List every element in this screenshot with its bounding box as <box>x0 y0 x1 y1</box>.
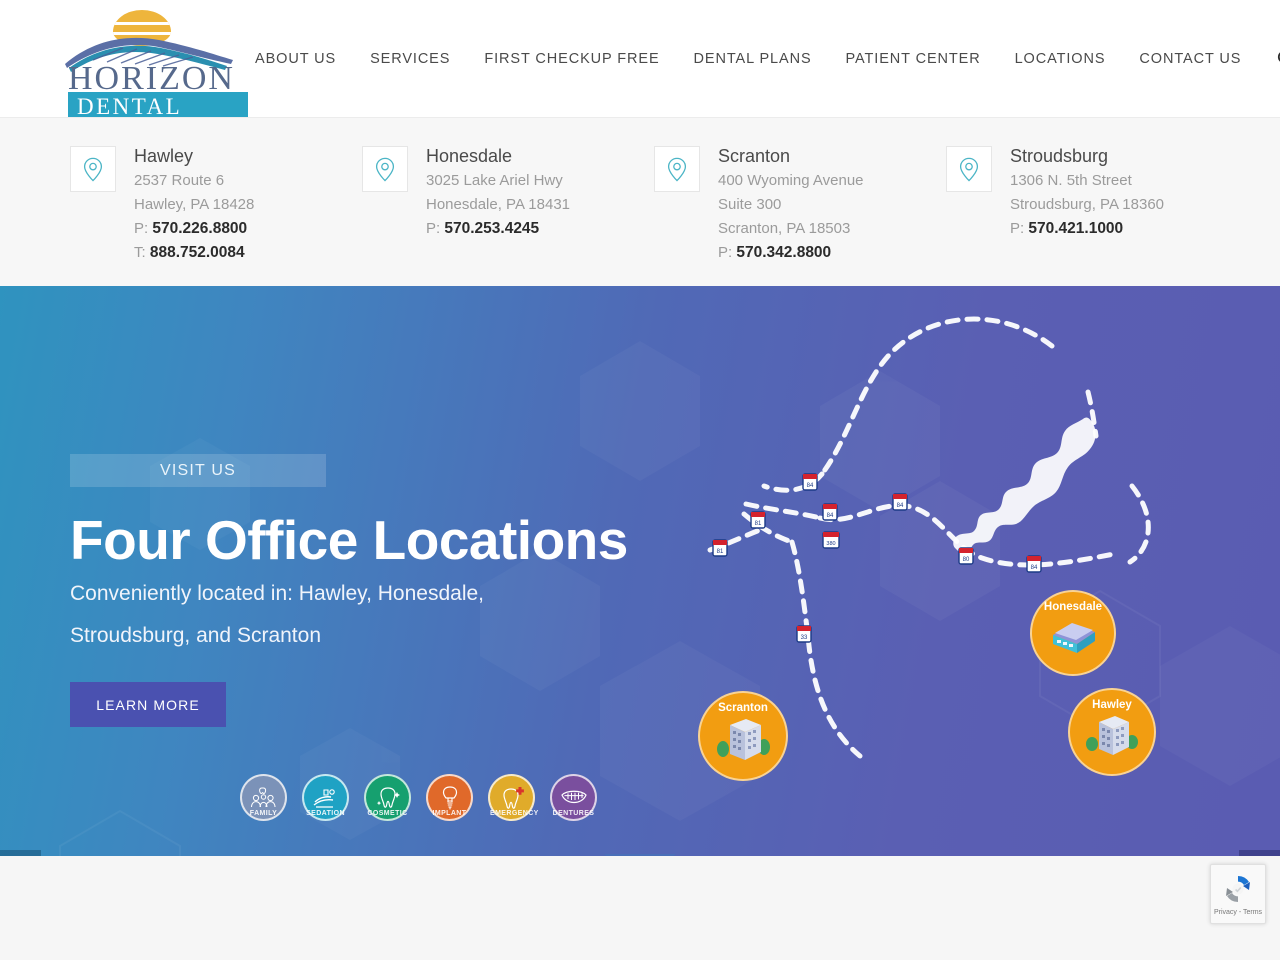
phone-number[interactable]: 570.226.8800 <box>152 220 247 237</box>
map-pin-label: Hawley <box>1092 699 1132 711</box>
svg-text:84: 84 <box>827 513 834 519</box>
svg-text:84: 84 <box>897 503 904 509</box>
map-pin-scranton[interactable]: Scranton <box>698 691 788 781</box>
svg-text:81: 81 <box>717 549 724 555</box>
tooth-cross-icon <box>502 786 524 809</box>
nav-first-checkup-free[interactable]: FIRST CHECKUP FREE <box>484 51 659 67</box>
service-badge-label: EMERGENCY <box>490 810 539 817</box>
phone-label: P: <box>426 220 441 237</box>
tooth-implant-icon <box>442 785 457 809</box>
map-pin-label: Honesdale <box>1043 601 1103 613</box>
service-badges: FAMILY SEDATION COSMETIC IMPLANT EMERGEN… <box>240 774 612 821</box>
smile-dentures-icon <box>560 790 587 803</box>
tollfree-number[interactable]: 888.752.0084 <box>150 244 245 261</box>
location-card-stroudsburg[interactable]: Stroudsburg 1306 N. 5th Street Stroudsbu… <box>946 143 1238 286</box>
nav-contact-us[interactable]: CONTACT US <box>1139 51 1241 67</box>
locations-bar: Hawley 2537 Route 6 Hawley, PA 18428 P: … <box>0 117 1280 286</box>
locations-map: 84 81 84 84 380 80 84 81 33 <box>707 316 1151 759</box>
svg-text:84: 84 <box>807 483 814 489</box>
service-badge-emergency[interactable]: EMERGENCY <box>488 774 539 821</box>
phone-number[interactable]: 570.342.8800 <box>736 244 831 261</box>
phone-number[interactable]: 570.253.4245 <box>444 220 539 237</box>
learn-more-button[interactable]: LEARN MORE <box>70 682 226 727</box>
nav-services[interactable]: SERVICES <box>370 51 450 67</box>
location-city: Honesdale <box>426 146 513 166</box>
map-pin-icon <box>362 146 408 192</box>
service-badge-label: COSMETIC <box>367 810 408 817</box>
dental-chair-icon <box>313 788 335 808</box>
service-badge-family[interactable]: FAMILY <box>240 774 287 821</box>
service-badge-label: SEDATION <box>306 810 345 817</box>
service-badge-dentures[interactable]: DENTURES <box>550 774 597 821</box>
phone-label: P: <box>718 244 733 261</box>
location-street: 2537 Route 6 <box>134 172 225 189</box>
location-card-honesdale[interactable]: Honesdale 3025 Lake Ariel Hwy Honesdale,… <box>362 143 654 286</box>
svg-text:380: 380 <box>826 541 835 547</box>
location-city: Scranton <box>718 146 791 166</box>
nav-about-us[interactable]: ABOUT US <box>255 51 336 67</box>
sparkle-tooth-icon <box>376 786 400 808</box>
location-phone[interactable]: P: 570.342.8800 <box>718 241 864 265</box>
map-pin-icon <box>654 146 700 192</box>
family-tooth-icon <box>250 787 275 807</box>
service-badge-label: FAMILY <box>249 810 278 817</box>
location-street: 1306 N. 5th Street <box>1010 172 1132 189</box>
location-phone[interactable]: P: 570.421.1000 <box>1010 217 1164 241</box>
site-header: HORIZON DENTAL CARE ABOUT US SERVICES FI… <box>0 0 1280 149</box>
hero-headline: Four Office Locations <box>70 509 628 571</box>
office-building-flat-icon <box>1053 623 1095 653</box>
service-badge-cosmetic[interactable]: COSMETIC <box>364 774 411 821</box>
service-badge-implant[interactable]: IMPLANT <box>426 774 473 821</box>
recaptcha-badge[interactable]: Privacy - Terms <box>1210 864 1266 924</box>
phone-number[interactable]: 570.421.1000 <box>1028 220 1123 237</box>
nav-dental-plans[interactable]: DENTAL PLANS <box>694 51 812 67</box>
svg-text:80: 80 <box>963 557 970 563</box>
service-badge-label: IMPLANT <box>432 810 467 817</box>
map-pin-icon <box>70 146 116 192</box>
service-badge-sedation[interactable]: SEDATION <box>302 774 349 821</box>
location-card-hawley[interactable]: Hawley 2537 Route 6 Hawley, PA 18428 P: … <box>70 143 362 286</box>
hero-subheadline-line1: Conveniently located in: Hawley, Honesda… <box>70 582 485 605</box>
location-citystate: Hawley, PA 18428 <box>134 196 255 213</box>
hero-subheadline-line2: Stroudsburg, and Scranton <box>70 624 321 647</box>
svg-text:33: 33 <box>801 635 808 641</box>
page-footer-area: Privacy - Terms <box>0 856 1280 960</box>
location-citystate: Honesdale, PA 18431 <box>426 196 571 213</box>
map-pin-hawley[interactable]: Hawley <box>1068 688 1156 776</box>
location-city: Hawley <box>134 146 194 166</box>
office-building-tall-icon <box>1086 716 1138 755</box>
location-suite: Suite 300 <box>718 196 782 213</box>
highway-shield-icons: 84 81 84 84 380 80 84 81 33 <box>712 473 1042 643</box>
location-phone[interactable]: P: 570.253.4245 <box>426 217 570 241</box>
service-badge-label: DENTURES <box>552 810 595 817</box>
hero-slider: 84 81 84 84 380 80 84 81 33 Honesdale Ha… <box>0 286 1280 856</box>
location-citystate: Scranton, PA 18503 <box>718 220 851 237</box>
recaptcha-icon <box>1226 875 1250 903</box>
phone-label: P: <box>1010 220 1025 237</box>
hero-eyebrow-badge: VISIT US <box>70 454 326 487</box>
location-card-scranton[interactable]: Scranton 400 Wyoming Avenue Suite 300 Sc… <box>654 143 946 286</box>
location-street: 3025 Lake Ariel Hwy <box>426 172 563 189</box>
office-building-tall-icon <box>717 719 770 760</box>
location-phone[interactable]: P: 570.226.8800 <box>134 217 254 241</box>
location-city: Stroudsburg <box>1010 146 1109 166</box>
svg-text:81: 81 <box>755 521 762 527</box>
nav-patient-center[interactable]: PATIENT CENTER <box>846 51 981 67</box>
map-pin-label: Scranton <box>718 702 768 714</box>
site-logo[interactable]: HORIZON DENTAL CARE <box>63 10 248 149</box>
phone-label: P: <box>134 220 149 237</box>
location-street: 400 Wyoming Avenue <box>718 172 864 189</box>
map-pin-icon <box>946 146 992 192</box>
nav-locations[interactable]: LOCATIONS <box>1015 51 1106 67</box>
recaptcha-terms-label[interactable]: Privacy - Terms <box>1214 909 1262 916</box>
location-citystate: Stroudsburg, PA 18360 <box>1010 196 1164 213</box>
map-pin-honesdale[interactable]: Honesdale <box>1030 590 1116 676</box>
tollfree-label: T: <box>134 244 146 261</box>
svg-text:84: 84 <box>1031 565 1038 571</box>
hero-content: VISIT US Four Office Locations Convenien… <box>70 454 690 727</box>
main-navigation: ABOUT US SERVICES FIRST CHECKUP FREE DEN… <box>255 50 1280 67</box>
location-tollfree[interactable]: T: 888.752.0084 <box>134 241 254 265</box>
